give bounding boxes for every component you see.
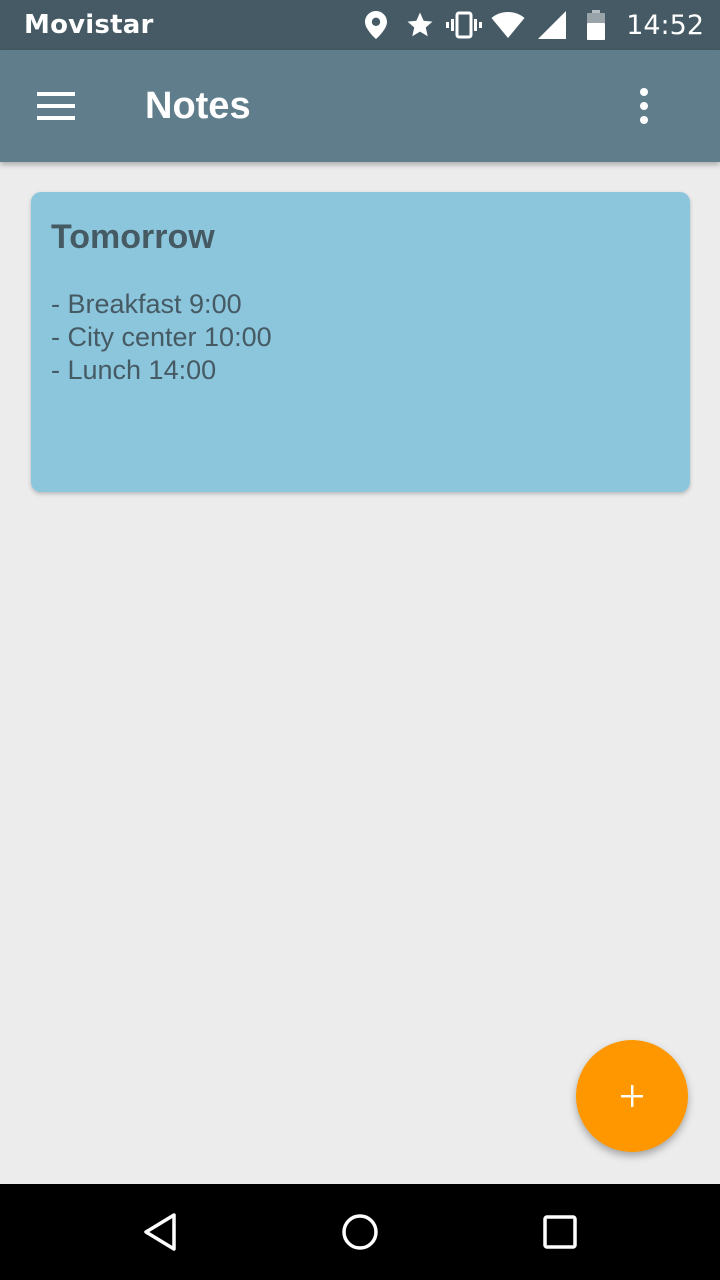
note-body: - Breakfast 9:00 - City center 10:00 - L… (51, 288, 670, 387)
vibrate-icon (442, 0, 486, 50)
note-line: - City center 10:00 (51, 322, 272, 352)
menu-button[interactable] (28, 78, 84, 134)
back-button[interactable] (128, 1200, 192, 1264)
page-title: Notes (145, 85, 251, 127)
battery-icon (574, 0, 618, 50)
back-icon (144, 1213, 176, 1251)
plus-icon (621, 1085, 643, 1107)
home-button[interactable] (328, 1200, 392, 1264)
note-line: - Lunch 14:00 (51, 355, 217, 385)
wifi-icon (486, 0, 530, 50)
star-icon (398, 0, 442, 50)
note-card[interactable]: Tomorrow - Breakfast 9:00 - City center … (31, 192, 690, 492)
add-note-button[interactable] (576, 1040, 688, 1152)
recents-button[interactable] (528, 1200, 592, 1264)
home-icon (342, 1214, 378, 1250)
status-bar: Movistar 14:52 (0, 0, 720, 50)
note-title: Tomorrow (51, 218, 215, 256)
navigation-bar (0, 1184, 720, 1280)
location-icon (354, 0, 398, 50)
carrier-name: Movistar (24, 10, 154, 40)
overflow-menu-button[interactable] (616, 78, 672, 134)
more-vertical-icon (640, 88, 648, 124)
note-line: - Breakfast 9:00 (51, 289, 242, 319)
status-time: 14:52 (626, 9, 704, 41)
recents-icon (543, 1215, 577, 1249)
cell-signal-icon (530, 0, 574, 50)
hamburger-menu-icon (37, 92, 75, 120)
app-bar: Notes (0, 50, 720, 162)
status-icons: 14:52 (354, 0, 704, 50)
